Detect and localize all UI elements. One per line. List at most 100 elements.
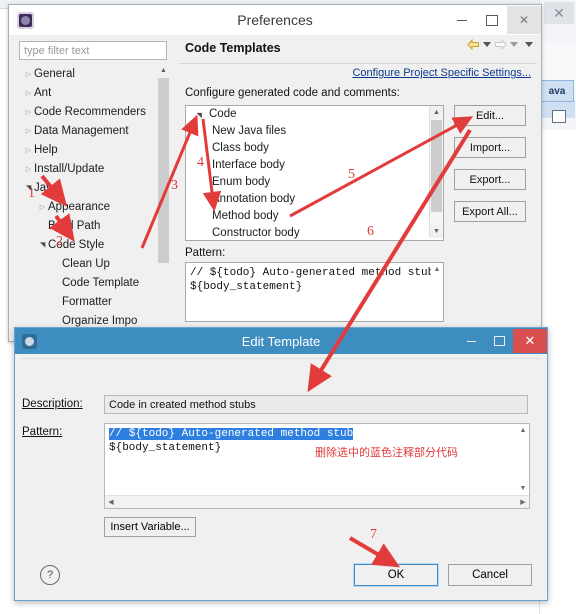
scroll-up-icon[interactable]: ▲ [517,424,529,436]
insert-variable-button[interactable]: Insert Variable... [104,517,196,537]
pattern-line-2: ${body_statement} [190,281,303,293]
chevron-right-icon[interactable]: ▷ [23,165,34,173]
close-icon[interactable]: ✕ [513,329,547,353]
chevron-down-icon[interactable]: ◢ [191,110,208,121]
code-tree-item-interface-body[interactable]: Interface body [186,157,443,174]
page-header: Code Templates [179,35,537,64]
background-minimize-view-icon[interactable] [552,110,566,123]
forward-arrow-icon[interactable] [494,39,507,50]
code-tree-item-label: New Java files [212,125,287,137]
code-templates-tree[interactable]: ◢ Code New Java files Class body Interface b… [185,105,444,241]
cancel-label: Cancel [472,569,508,581]
chevron-right-icon[interactable]: ▷ [23,108,34,116]
chevron-down-icon[interactable]: ◢ [39,239,47,250]
sidebar-item-label: Organize Impo [62,314,138,327]
minimize-icon[interactable] [447,6,477,34]
chevron-right-icon[interactable]: ▷ [23,127,34,135]
configure-project-specific-settings-link[interactable]: Configure Project Specific Settings... [352,67,531,79]
code-tree-item-constructor-body[interactable]: Constructor body [186,225,443,240]
scroll-up-icon[interactable]: ▲ [157,64,170,77]
code-tree-item-annotation-body[interactable]: Annotation body [186,191,443,208]
annotation-number-1: 1 [28,186,35,201]
pattern-horizontal-scrollbar[interactable]: ◀ ▶ [105,495,529,508]
maximize-icon[interactable] [485,329,513,353]
pattern-vertical-scrollbar[interactable]: ▲ ▼ [517,424,529,494]
sidebar-item-appearance[interactable]: ▷ Appearance [19,197,175,216]
sidebar-item-help[interactable]: ▷ Help [19,140,175,159]
scroll-right-icon[interactable]: ▶ [517,496,529,507]
ok-button[interactable]: OK [353,563,439,587]
scroll-left-icon[interactable]: ◀ [105,496,117,507]
back-arrow-icon[interactable] [467,39,480,50]
sidebar-item-clean-up[interactable]: Clean Up [19,254,175,273]
pattern-preview-scrollbar[interactable]: ▲ [431,263,443,319]
sidebar-item-code-recommenders[interactable]: ▷ Code Recommenders [19,102,175,121]
import-button[interactable]: Import... [454,137,526,158]
maximize-icon[interactable] [477,6,507,34]
minimize-icon[interactable] [457,329,485,353]
forward-dropdown-icon[interactable] [510,42,518,47]
pattern-selected-text: // ${todo} Auto-generated method stub [109,428,354,440]
edit-template-body: Description: Code in created method stub… [16,354,546,599]
chevron-right-icon[interactable]: ▷ [23,146,34,154]
sidebar-item-java[interactable]: ◢ Java [19,178,175,197]
preferences-tree-scrollbar[interactable]: ▲ [157,64,170,336]
sidebar-item-data-management[interactable]: ▷ Data Management [19,121,175,140]
cancel-button[interactable]: Cancel [448,564,532,586]
page-title: Code Templates [185,41,281,55]
scroll-down-icon[interactable]: ▼ [517,482,529,494]
sidebar-item-general[interactable]: ▷ General [19,64,175,83]
scrollbar-thumb[interactable] [158,78,169,263]
search-input[interactable]: type filter text [19,41,167,60]
project-link-row: Configure Project Specific Settings... [352,67,531,79]
code-tree-item-label: Code [209,108,237,120]
page-toolbar [467,39,533,50]
pattern-textarea[interactable]: // ${todo} Auto-generated method stub ${… [104,423,530,509]
export-all-button[interactable]: Export All... [454,201,526,222]
annotation-number-2: 2 [56,234,63,249]
back-dropdown-icon[interactable] [483,42,491,47]
scroll-up-icon[interactable]: ▲ [430,106,443,119]
sidebar-item-ant[interactable]: ▷ Ant [19,83,175,102]
background-close-icon[interactable]: ✕ [544,2,574,24]
code-tree-item-code[interactable]: ◢ Code [186,106,443,123]
code-tree-scrollbar[interactable]: ▲ ▼ [429,106,443,238]
code-tree-item-new-java-files[interactable]: New Java files [186,123,443,140]
view-menu-icon[interactable] [525,42,533,47]
sidebar-item-code-template[interactable]: Code Template [19,273,175,292]
scrollbar-thumb[interactable] [431,120,442,212]
close-icon[interactable]: ✕ [507,6,541,34]
sidebar-item-label: Appearance [48,200,111,213]
description-field[interactable]: Code in created method stubs [104,395,528,414]
sidebar-item-code-style[interactable]: ◢ Code Style [19,235,175,254]
annotation-number-7: 7 [370,527,377,542]
code-tree-item-method-body[interactable]: Method body [186,208,443,225]
preferences-titlebar: Preferences ✕ [9,5,541,35]
chevron-right-icon[interactable]: ▷ [37,203,48,211]
sidebar-item-formatter[interactable]: Formatter [19,292,175,311]
code-tree-item-enum-body[interactable]: Enum body [186,174,443,191]
annotation-number-6: 6 [367,224,374,239]
edit-template-titlebar: Edit Template ✕ [15,328,547,354]
pattern-label: Pattern: [22,426,63,438]
code-tree-item-class-body[interactable]: Class body [186,140,443,157]
chevron-right-icon[interactable]: ▷ [23,89,34,97]
preferences-dialog: Preferences ✕ type filter text ▷ General ▷… [8,4,542,342]
scroll-up-icon[interactable]: ▲ [431,263,443,275]
edit-template-dialog: Edit Template ✕ Description: Code in cre… [14,327,548,601]
annotation-number-5: 5 [348,167,355,182]
pattern-line-1: // ${todo} Auto-generated method stub [190,267,435,279]
preferences-tree[interactable]: ▷ General ▷ Ant ▷ Code Recommenders ▷ Data Mana… [19,64,175,336]
chevron-right-icon[interactable]: ▷ [23,70,34,78]
code-tree-item-label: Constructor body [212,227,300,239]
export-button[interactable]: Export... [454,169,526,190]
background-java-perspective-tab[interactable]: ava [540,80,574,102]
sidebar-item-build-path[interactable]: Build Path [19,216,175,235]
annotation-number-4: 4 [197,155,204,170]
edit-button[interactable]: Edit... [454,105,526,126]
preferences-window-buttons: ✕ [447,5,541,35]
sidebar-item-install-update[interactable]: ▷ Install/Update [19,159,175,178]
scroll-down-icon[interactable]: ▼ [430,225,443,238]
annotation-note: 删除选中的蓝色注释部分代码 [315,447,458,459]
help-icon[interactable]: ? [40,565,60,585]
